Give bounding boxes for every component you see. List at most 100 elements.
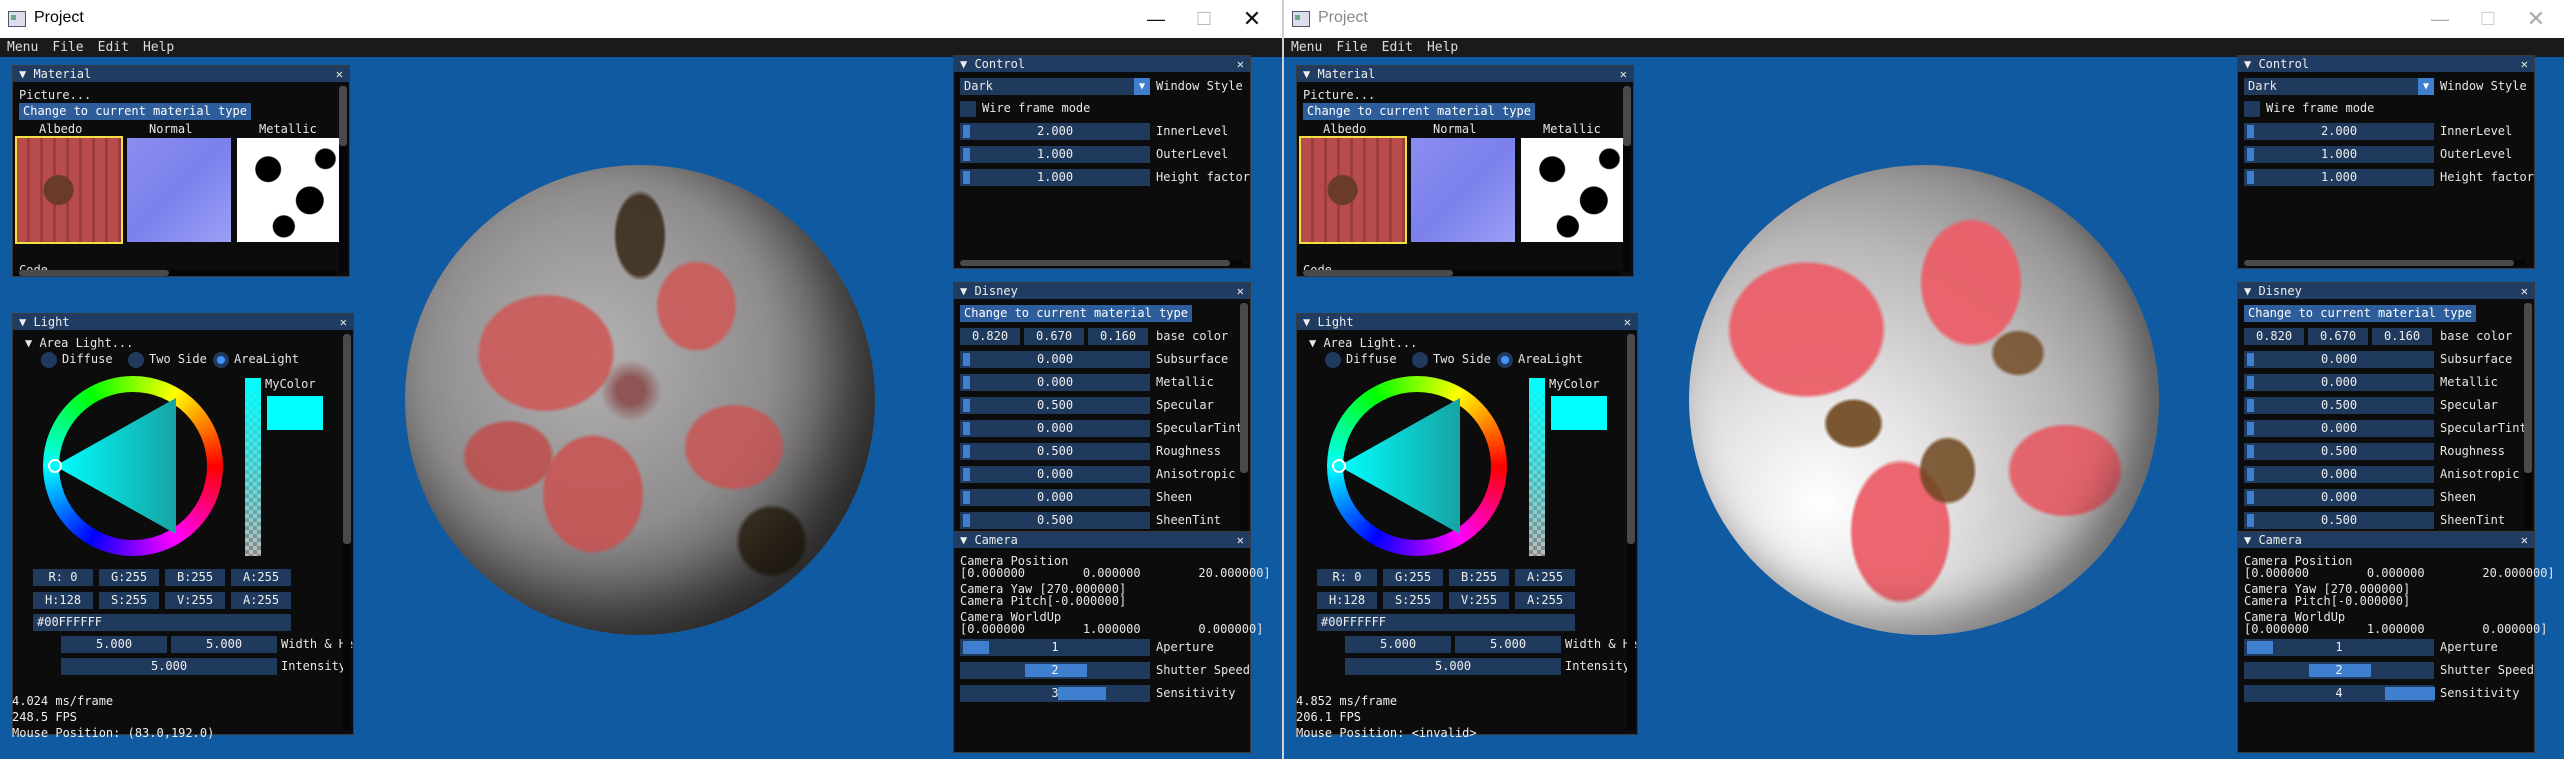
rgba-field-2[interactable]: B:255 xyxy=(1449,569,1509,586)
menu-item-help[interactable]: Help xyxy=(136,38,181,57)
panel-header[interactable]: ▼ Control ✕ xyxy=(954,56,1250,72)
control-slider-0[interactable]: 2.000 xyxy=(2244,123,2434,140)
control-slider-1[interactable]: 1.000 xyxy=(2244,146,2434,163)
panel-header[interactable]: ▼ Camera ✕ xyxy=(2238,532,2534,548)
rgba-field-3[interactable]: A:255 xyxy=(1515,569,1575,586)
texture-thumbnail-metallic[interactable] xyxy=(237,138,341,242)
base-color-field-1[interactable]: 0.670 xyxy=(2308,328,2368,345)
camera-slider-1[interactable]: 2 xyxy=(960,662,1150,679)
color-swatch[interactable] xyxy=(267,396,323,430)
hsva-field-0[interactable]: H:128 xyxy=(33,592,93,609)
vertical-scrollbar[interactable] xyxy=(339,86,347,272)
color-triangle[interactable] xyxy=(1327,376,1507,556)
maximize-icon[interactable]: ☐ xyxy=(2468,4,2508,34)
disney-slider-7[interactable]: 0.500 xyxy=(960,512,1150,529)
mode-radio-2[interactable] xyxy=(213,352,229,368)
disney-slider-4[interactable]: 0.500 xyxy=(2244,443,2434,460)
disney-slider-1[interactable]: 0.000 xyxy=(960,374,1150,391)
horizontal-scrollbar[interactable] xyxy=(960,260,1242,266)
panel-header[interactable]: ▼ Disney ✕ xyxy=(954,283,1250,299)
base-color-field-0[interactable]: 0.820 xyxy=(960,328,1020,345)
close-icon[interactable]: ✕ xyxy=(1237,532,1244,548)
hsva-field-1[interactable]: S:255 xyxy=(1383,592,1443,609)
disney-slider-2[interactable]: 0.500 xyxy=(960,397,1150,414)
close-icon[interactable]: ✕ xyxy=(1237,283,1244,299)
area-light-header[interactable]: ▼ Area Light... xyxy=(1309,336,1417,350)
rgba-field-1[interactable]: G:255 xyxy=(1383,569,1443,586)
menu-item-file[interactable]: File xyxy=(1329,38,1374,57)
minimize-icon[interactable]: — xyxy=(1136,4,1176,34)
disney-slider-0[interactable]: 0.000 xyxy=(2244,351,2434,368)
close-icon[interactable]: ✕ xyxy=(340,314,347,330)
disney-slider-0[interactable]: 0.000 xyxy=(960,351,1150,368)
close-icon[interactable]: ✕ xyxy=(2521,532,2528,548)
menu-item-edit[interactable]: Edit xyxy=(1375,38,1420,57)
texture-thumbnail-normal[interactable] xyxy=(127,138,231,242)
disney-slider-5[interactable]: 0.000 xyxy=(960,466,1150,483)
hsva-field-3[interactable]: A:255 xyxy=(1515,592,1575,609)
rgba-field-0[interactable]: R: 0 xyxy=(33,569,93,586)
width-field[interactable]: 5.000 xyxy=(1345,636,1451,653)
base-color-field-1[interactable]: 0.670 xyxy=(1024,328,1084,345)
control-slider-1[interactable]: 1.000 xyxy=(960,146,1150,163)
texture-thumbnail-albedo[interactable] xyxy=(1299,136,1407,244)
horizontal-scrollbar[interactable] xyxy=(1303,270,1621,276)
minimize-icon[interactable]: — xyxy=(2420,4,2460,34)
menu-item-menu[interactable]: Menu xyxy=(0,38,45,57)
disney-slider-4[interactable]: 0.500 xyxy=(960,443,1150,460)
change-material-button[interactable]: Change to current material type xyxy=(1303,103,1535,120)
menu-item-menu[interactable]: Menu xyxy=(1284,38,1329,57)
window-style-select[interactable]: Dark ▼ xyxy=(960,78,1150,95)
rgba-field-3[interactable]: A:255 xyxy=(231,569,291,586)
rgba-field-2[interactable]: B:255 xyxy=(165,569,225,586)
menu-item-file[interactable]: File xyxy=(45,38,90,57)
render-viewport[interactable]: ▼ Material ✕ Picture... Change to current… xyxy=(1284,55,2564,759)
horizontal-scrollbar[interactable] xyxy=(2244,260,2526,266)
alpha-bar[interactable] xyxy=(245,378,261,556)
panel-header[interactable]: ▼ Disney ✕ xyxy=(2238,283,2534,299)
panel-header[interactable]: ▼ Light ✕ xyxy=(1297,314,1637,330)
hex-field[interactable]: #00FFFFFF xyxy=(1317,614,1575,631)
change-material-button[interactable]: Change to current material type xyxy=(960,305,1192,322)
hsva-field-2[interactable]: V:255 xyxy=(165,592,225,609)
alpha-bar[interactable] xyxy=(1529,378,1545,556)
vertical-scrollbar[interactable] xyxy=(1623,86,1631,272)
camera-slider-2[interactable]: 3 xyxy=(960,685,1150,702)
close-icon[interactable]: ✕ xyxy=(1624,314,1631,330)
control-slider-2[interactable]: 1.000 xyxy=(960,169,1150,186)
hsva-field-1[interactable]: S:255 xyxy=(99,592,159,609)
title-bar[interactable]: Project — ☐ ✕ xyxy=(1284,0,2564,38)
control-slider-2[interactable]: 1.000 xyxy=(2244,169,2434,186)
rgba-field-0[interactable]: R: 0 xyxy=(1317,569,1377,586)
panel-header[interactable]: ▼ Control ✕ xyxy=(2238,56,2534,72)
mode-radio-0[interactable] xyxy=(1325,352,1341,368)
vertical-scrollbar[interactable] xyxy=(1240,303,1248,529)
disney-slider-5[interactable]: 0.000 xyxy=(2244,466,2434,483)
close-icon[interactable]: ✕ xyxy=(336,66,343,82)
disney-slider-1[interactable]: 0.000 xyxy=(2244,374,2434,391)
close-icon[interactable]: ✕ xyxy=(2516,4,2556,34)
title-bar[interactable]: Project — ☐ ✕ xyxy=(0,0,1282,38)
camera-slider-2[interactable]: 4 xyxy=(2244,685,2435,702)
close-icon[interactable]: ✕ xyxy=(1232,4,1272,34)
hsva-field-0[interactable]: H:128 xyxy=(1317,592,1377,609)
mode-radio-1[interactable] xyxy=(1412,352,1428,368)
render-viewport[interactable]: ▼ Material ✕ Picture... Change to current… xyxy=(0,55,1282,759)
panel-header[interactable]: ▼ Camera ✕ xyxy=(954,532,1250,548)
camera-slider-0[interactable]: 1 xyxy=(2244,639,2434,656)
base-color-field-2[interactable]: 0.160 xyxy=(1088,328,1148,345)
rgba-field-1[interactable]: G:255 xyxy=(99,569,159,586)
wireframe-checkbox[interactable] xyxy=(960,101,976,117)
wireframe-checkbox[interactable] xyxy=(2244,101,2260,117)
menu-item-help[interactable]: Help xyxy=(1420,38,1465,57)
close-icon[interactable]: ✕ xyxy=(2521,56,2528,72)
mode-radio-1[interactable] xyxy=(128,352,144,368)
mode-radio-0[interactable] xyxy=(41,352,57,368)
disney-slider-3[interactable]: 0.000 xyxy=(960,420,1150,437)
texture-thumbnail-normal[interactable] xyxy=(1411,138,1515,242)
change-material-button[interactable]: Change to current material type xyxy=(2244,305,2476,322)
vertical-scrollbar[interactable] xyxy=(2524,303,2532,529)
control-slider-0[interactable]: 2.000 xyxy=(960,123,1150,140)
panel-header[interactable]: ▼ Light ✕ xyxy=(13,314,353,330)
hex-field[interactable]: #00FFFFFF xyxy=(33,614,291,631)
